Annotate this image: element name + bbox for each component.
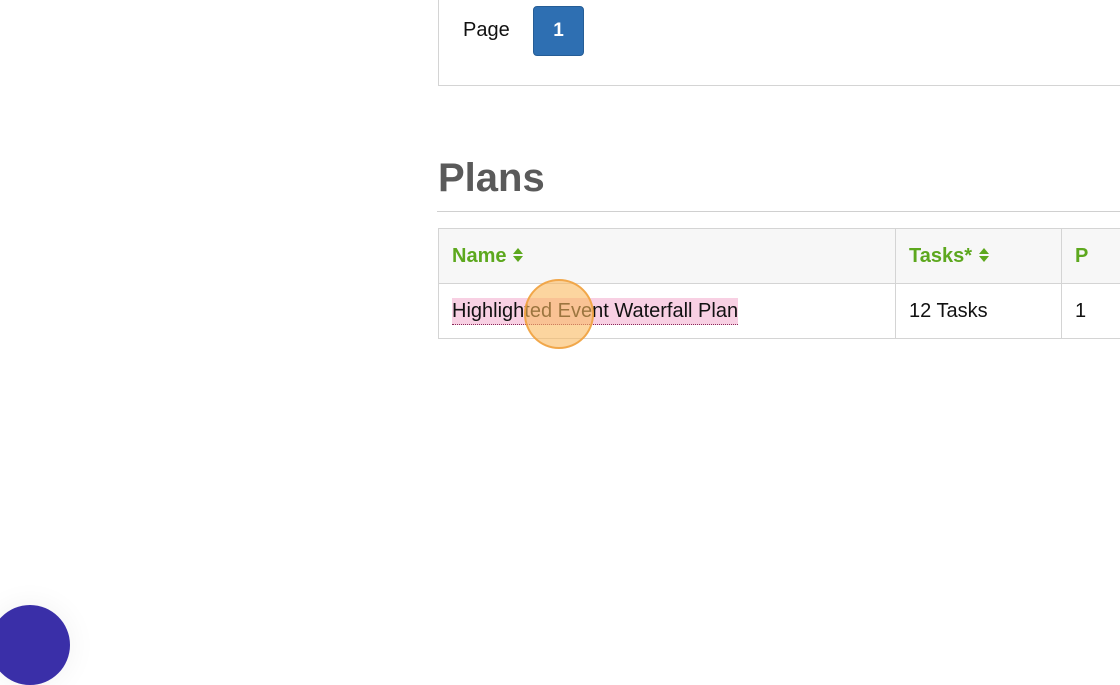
pagination-label: Page	[463, 19, 510, 42]
plans-heading: Plans	[438, 153, 545, 203]
table-row: Highlighted Event Waterfall Plan 12 Task…	[439, 284, 1120, 339]
column-header-name-label: Name	[452, 245, 506, 267]
column-header-name[interactable]: Name	[439, 229, 896, 284]
plan-extra-cell: 1	[1062, 284, 1120, 339]
column-header-tasks[interactable]: Tasks*	[896, 229, 1062, 284]
heading-divider	[437, 211, 1120, 212]
plan-tasks-cell: 12 Tasks	[896, 284, 1062, 339]
plan-name-link[interactable]: Highlighted Event Waterfall Plan	[452, 298, 738, 325]
column-header-tasks-label: Tasks*	[909, 245, 972, 267]
sort-updown-icon[interactable]	[512, 246, 524, 262]
plan-name-cell: Highlighted Event Waterfall Plan	[439, 284, 896, 339]
page-1-button[interactable]: 1	[533, 6, 584, 56]
chat-launcher-icon[interactable]	[0, 605, 70, 685]
table-header-row: Name Tasks* P	[439, 229, 1120, 284]
sort-updown-icon[interactable]	[978, 246, 990, 262]
column-header-partial[interactable]: P	[1062, 229, 1120, 284]
plans-table: Name Tasks* P Highlighted Event Waterfal…	[438, 228, 1120, 339]
